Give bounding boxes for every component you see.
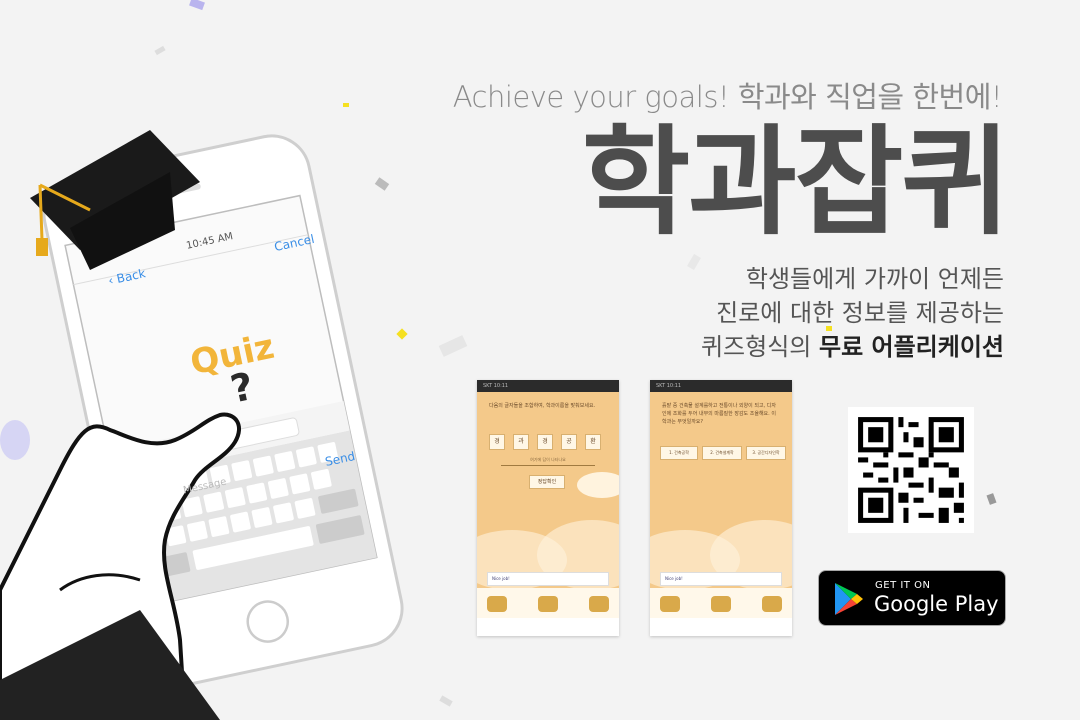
cloud-shape <box>577 472 619 498</box>
play-icon[interactable] <box>762 596 782 612</box>
app-title: 학과잡퀴 <box>581 113 1010 251</box>
ad-banner[interactable]: Nice job! <box>660 572 782 586</box>
google-play-badge[interactable]: GET IT ON Google Play <box>818 570 1006 626</box>
description-line-3-strong: 무료 어플리케이션 <box>819 333 1004 361</box>
app-screenshot-1: SKT 10:11 다음의 글자들을 조합하여, 학과이름을 맞춰보세요. 경 … <box>477 380 619 636</box>
status-bar: SKT 10:11 <box>650 380 792 392</box>
letter-tile[interactable]: 경 <box>537 434 553 450</box>
qr-code-graphic <box>848 407 974 533</box>
submit-answer-button[interactable]: 정답확인 <box>529 475 565 489</box>
option-button[interactable]: 3. 공간디자인학 <box>746 446 786 460</box>
answer-hint: 여기에 답이 나타나요 <box>501 457 595 466</box>
google-play-icon <box>835 583 863 615</box>
system-bar <box>477 618 619 636</box>
confetti-piece <box>438 335 468 357</box>
system-bar <box>650 618 792 636</box>
home-icon[interactable] <box>538 596 558 612</box>
option-button[interactable]: 2. 건축설계학 <box>702 446 742 460</box>
letter-tile[interactable]: 경 <box>489 434 505 450</box>
qr-code[interactable] <box>848 407 974 533</box>
close-circle-icon[interactable] <box>487 596 507 612</box>
option-button[interactable]: 1. 건축공학 <box>660 446 698 460</box>
play-icon[interactable] <box>589 596 609 612</box>
screenshot2-question: 흙밭 중 건축물 설계를하고 전통이나 외양이 되고, 디자인에 조화를 두어 … <box>662 403 776 425</box>
phone-illustration <box>0 130 404 720</box>
confetti-piece <box>343 103 349 107</box>
close-circle-icon[interactable] <box>660 596 680 612</box>
screenshot1-question: 다음의 글자들을 조합하여, 학과이름을 맞춰보세요. <box>489 403 596 409</box>
description-line-3-prefix: 퀴즈형식의 <box>700 333 819 361</box>
letter-tile[interactable]: 환 <box>585 434 601 450</box>
description-line-2: 진로에 대한 정보를 제공하는 <box>716 299 1004 327</box>
letter-tile[interactable]: 과 <box>513 434 529 450</box>
home-icon[interactable] <box>711 596 731 612</box>
letter-tile[interactable]: 공 <box>561 434 577 450</box>
confetti-piece <box>189 0 205 11</box>
description-line-3: 퀴즈형식의 무료 어플리케이션 <box>701 330 1004 364</box>
confetti-piece <box>986 493 997 505</box>
description-line-1: 학생들에게 가까이 언제든 <box>745 265 1004 293</box>
app-screenshot-2: SKT 10:11 흙밭 중 건축물 설계를하고 전통이나 외양이 되고, 디자… <box>650 380 792 636</box>
status-bar: SKT 10:11 <box>477 380 619 392</box>
badge-store-name: Google Play <box>874 592 999 616</box>
description: 학생들에게 가까이 언제든 진로에 대한 정보를 제공하는 퀴즈형식의 무료 어… <box>701 262 1004 364</box>
letter-tiles: 경 과 경 공 환 <box>489 434 609 450</box>
ad-banner[interactable]: Nice job! <box>487 572 609 586</box>
confetti-piece <box>154 45 166 56</box>
confetti-piece <box>439 695 453 707</box>
badge-get-it-on: GET IT ON <box>875 580 931 591</box>
